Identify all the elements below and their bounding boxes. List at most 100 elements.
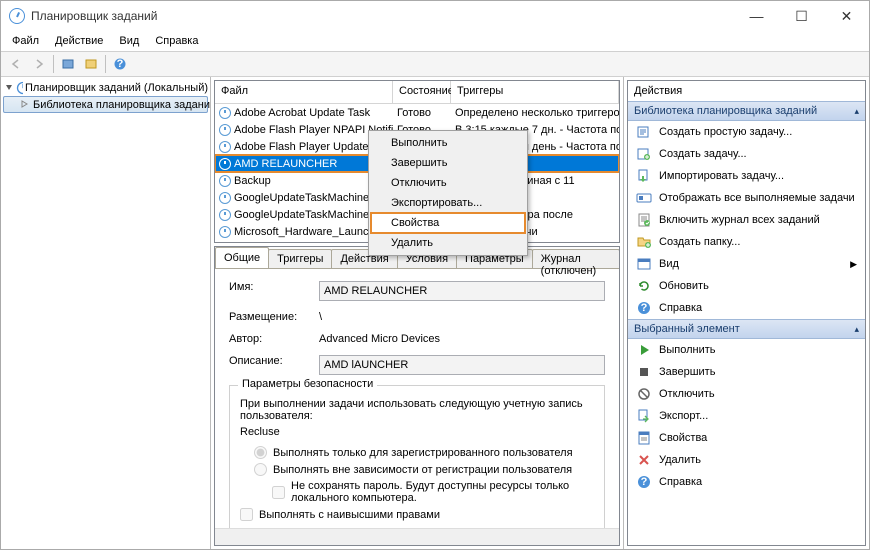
action-folder-new[interactable]: Создать папку... [628, 231, 865, 253]
action-run[interactable]: Выполнить [628, 339, 865, 361]
author-value: Advanced Micro Devices [319, 333, 605, 345]
toolbar-btn-1[interactable] [57, 54, 79, 74]
forward-button[interactable] [28, 54, 50, 74]
check-no-password[interactable]: Не сохранять пароль. Будут доступны ресу… [272, 480, 594, 504]
help-button[interactable]: ? [109, 54, 131, 74]
disable-icon [636, 386, 652, 402]
delete-icon [636, 452, 652, 468]
svg-text:?: ? [641, 476, 648, 488]
action-help[interactable]: ?Справка [628, 297, 865, 319]
collapse-icon[interactable] [5, 83, 14, 92]
close-button[interactable]: ✕ [824, 1, 869, 31]
menu-action[interactable]: Действие [48, 33, 110, 49]
radio-logged-on[interactable]: Выполнять только для зарегистрированного… [254, 446, 594, 459]
action-task-new[interactable]: Создать задачу... [628, 143, 865, 165]
description-label: Описание: [229, 355, 319, 375]
task-name: AMD RELAUNCHER [234, 158, 337, 170]
location-label: Размещение: [229, 311, 319, 323]
task-row[interactable]: Adobe Acrobat Update TaskГотовоОпределен… [215, 104, 619, 121]
action-label: Завершить [659, 366, 715, 378]
details-tab[interactable]: Журнал (отключен) [532, 249, 620, 268]
action-import[interactable]: Импортировать задачу... [628, 165, 865, 187]
expand-icon[interactable] [20, 100, 29, 109]
export-icon [636, 408, 652, 424]
svg-text:?: ? [117, 58, 124, 70]
action-show-running[interactable]: Отображать все выполняемые задачи [628, 187, 865, 209]
col-state[interactable]: Состояние [393, 81, 451, 103]
task-state: Готово [393, 107, 451, 119]
context-menu-item[interactable]: Отключить [371, 173, 525, 193]
collapse-arrow-icon: ▴ [854, 106, 859, 117]
task-name: Adobe Acrobat Update Task [234, 107, 370, 119]
context-menu: ВыполнитьЗавершитьОтключитьЭкспортироват… [368, 130, 528, 256]
action-label: Отключить [659, 388, 715, 400]
task-icon [219, 158, 231, 170]
task-icon [219, 192, 231, 204]
action-label: Выполнить [659, 344, 715, 356]
end-icon [636, 364, 652, 380]
security-user: Recluse [240, 426, 594, 438]
tree-root[interactable]: Планировщик заданий (Локальный) [3, 79, 208, 96]
context-menu-item[interactable]: Удалить [371, 233, 525, 253]
security-text: При выполнении задачи использовать следу… [240, 398, 594, 422]
toolbar-separator [105, 55, 106, 73]
action-label: Создать задачу... [659, 148, 747, 160]
description-input[interactable] [319, 355, 605, 375]
check-highest-priv[interactable]: Выполнять с наивысшими правами [240, 508, 594, 521]
action-label: Справка [659, 476, 702, 488]
security-groupbox: Параметры безопасности При выполнении за… [229, 385, 605, 528]
action-label: Импортировать задачу... [659, 170, 784, 182]
action-label: Отображать все выполняемые задачи [659, 192, 855, 204]
action-log[interactable]: Включить журнал всех заданий [628, 209, 865, 231]
action-end[interactable]: Завершить [628, 361, 865, 383]
actions-section2-items: Выполнить Завершить Отключить Экспорт...Сво… [628, 339, 865, 493]
menu-file[interactable]: Файл [5, 33, 46, 49]
context-menu-item[interactable]: Выполнить [371, 133, 525, 153]
details-tab[interactable]: Общие [215, 247, 269, 268]
col-triggers[interactable]: Триггеры [451, 81, 619, 103]
menu-help[interactable]: Справка [148, 33, 205, 49]
security-title: Параметры безопасности [238, 378, 377, 390]
action-export[interactable]: Экспорт... [628, 405, 865, 427]
name-input[interactable] [319, 281, 605, 301]
action-task-basic[interactable]: Создать простую задачу... [628, 121, 865, 143]
context-menu-item[interactable]: Свойства [371, 213, 525, 233]
task-icon [219, 226, 231, 238]
context-menu-item[interactable]: Экспортировать... [371, 193, 525, 213]
task-new-icon [636, 146, 652, 162]
maximize-button[interactable]: ☐ [779, 1, 824, 31]
location-value: \ [319, 311, 605, 323]
action-label: Удалить [659, 454, 701, 466]
action-help[interactable]: ? Справка [628, 471, 865, 493]
main-content: Планировщик заданий (Локальный) Библиоте… [1, 77, 869, 549]
toolbar-separator [53, 55, 54, 73]
tree-library[interactable]: Библиотека планировщика заданий [3, 96, 208, 113]
details-tab[interactable]: Триггеры [268, 249, 332, 268]
actions-title: Действия [628, 81, 865, 101]
context-menu-item[interactable]: Завершить [371, 153, 525, 173]
actions-section-library[interactable]: Библиотека планировщика заданий▴ [628, 101, 865, 121]
back-button[interactable] [5, 54, 27, 74]
minimize-button[interactable]: — [734, 1, 779, 31]
horizontal-scrollbar[interactable] [215, 528, 619, 545]
center-pane: Файл Состояние Триггеры Adobe Acrobat Up… [211, 77, 624, 549]
action-properties[interactable]: Свойства [628, 427, 865, 449]
refresh-icon [636, 278, 652, 294]
toolbar-btn-2[interactable] [80, 54, 102, 74]
action-view[interactable]: Вид▶ [628, 253, 865, 275]
log-icon [636, 212, 652, 228]
folder-new-icon [636, 234, 652, 250]
collapse-arrow-icon: ▴ [854, 324, 859, 335]
task-icon [219, 107, 231, 119]
radio-any-user[interactable]: Выполнять вне зависимости от регистрации… [254, 463, 594, 476]
menu-view[interactable]: Вид [112, 33, 146, 49]
col-file[interactable]: Файл [215, 81, 393, 103]
action-label: Справка [659, 302, 702, 314]
action-delete[interactable]: Удалить [628, 449, 865, 471]
task-basic-icon [636, 124, 652, 140]
task-name: GoogleUpdateTaskMachineUA [234, 209, 384, 221]
action-refresh[interactable]: Обновить [628, 275, 865, 297]
actions-section-selected[interactable]: Выбранный элемент▴ [628, 319, 865, 339]
action-disable[interactable]: Отключить [628, 383, 865, 405]
import-icon [636, 168, 652, 184]
